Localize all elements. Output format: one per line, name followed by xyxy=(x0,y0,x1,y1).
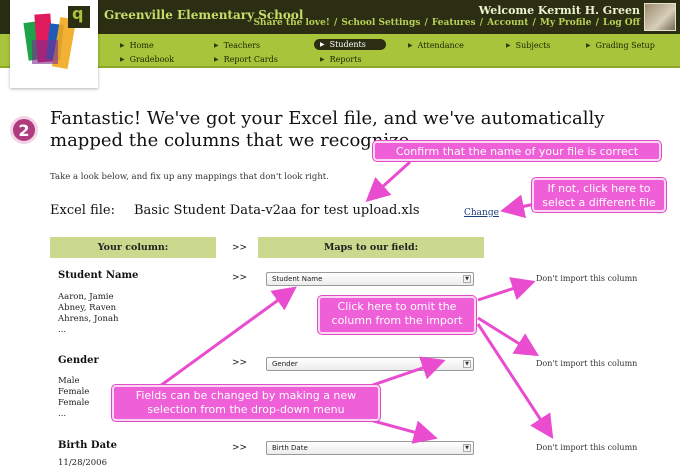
school-logo[interactable]: q xyxy=(10,0,98,88)
nav-label: Students xyxy=(329,40,366,49)
callout-confirm-file: Confirm that the name of your file is co… xyxy=(373,141,661,161)
excel-file-label: Excel file: xyxy=(50,203,115,218)
change-file-link[interactable]: Change xyxy=(464,208,499,218)
nav-label: Grading Setup xyxy=(595,41,655,50)
features-link[interactable]: Features xyxy=(432,18,476,28)
sample-value: Abney, Raven xyxy=(58,303,117,313)
nav-label: Gradebook xyxy=(129,55,175,64)
nav-item-report-cards[interactable]: ▶ Report Cards xyxy=(214,55,278,64)
arrow-to-dont-import-3 xyxy=(476,323,554,440)
callout-omit-column: Click here to omit the column from the i… xyxy=(318,296,476,334)
arrow-marker: >> xyxy=(232,443,248,453)
log-off-link[interactable]: Log Off xyxy=(603,18,640,28)
nav-item-reports[interactable]: ▶ Reports xyxy=(320,55,361,64)
nav-label: Reports xyxy=(329,55,362,64)
selected-value: Birth Date xyxy=(272,444,308,452)
nav-label: Home xyxy=(129,41,154,50)
sample-value: ... xyxy=(58,409,67,419)
nav-item-home[interactable]: ▶ Home xyxy=(120,41,154,50)
arrow-to-select-1 xyxy=(159,286,297,388)
callout-change-file: If not, click here to select a different… xyxy=(532,178,666,212)
avatar[interactable] xyxy=(644,3,676,31)
nav-label: Attendance xyxy=(417,41,464,50)
my-profile-link[interactable]: My Profile xyxy=(540,18,592,28)
selected-value: Student Name xyxy=(272,275,323,283)
arrow-to-file-name xyxy=(365,160,412,203)
column-name: Gender xyxy=(58,355,99,366)
nav-item-teachers[interactable]: ▶ Teachers xyxy=(214,41,260,50)
bullet-icon: ▶ xyxy=(120,42,125,49)
sample-value: Female xyxy=(58,387,90,397)
logo-icon xyxy=(23,6,90,70)
your-column-header: Your column: xyxy=(50,237,216,258)
sample-value: Female xyxy=(58,398,90,408)
arrow-marker: >> xyxy=(232,273,248,283)
nav-item-subjects[interactable]: ▶ Subjects xyxy=(506,41,550,50)
arrow-marker: >> xyxy=(232,358,248,368)
nav-item-attendance[interactable]: ▶ Attendance xyxy=(408,41,464,50)
bullet-icon: ▶ xyxy=(120,56,125,63)
sample-values: Male Female Female ... xyxy=(58,376,89,420)
nav-label: Teachers xyxy=(223,41,261,50)
bullet-icon: ▶ xyxy=(506,42,511,49)
column-name: Student Name xyxy=(58,270,139,281)
maps-to-header: Maps to our field: xyxy=(258,237,484,258)
bullet-icon: ▶ xyxy=(214,42,219,49)
sample-value: Aaron, Jamie xyxy=(58,292,114,302)
sample-value: 11/28/2006 xyxy=(58,458,107,466)
sample-value: Male xyxy=(58,376,80,386)
bullet-icon: ▶ xyxy=(586,42,591,49)
dont-import-link[interactable]: Don't import this column xyxy=(536,443,637,452)
field-mapping-select[interactable]: Birth Date ▼ xyxy=(266,441,474,455)
bullet-icon: ▶ xyxy=(408,42,413,49)
step-number-badge: 2 xyxy=(10,116,38,144)
bullet-icon: ▶ xyxy=(214,56,219,63)
column-name: Birth Date xyxy=(58,440,118,451)
chevron-down-icon: ▼ xyxy=(463,275,471,283)
logo-letter: q xyxy=(72,4,84,23)
arrow-marker: >> xyxy=(232,243,248,253)
bullet-icon: ▶ xyxy=(320,56,325,63)
selected-value: Gender xyxy=(272,360,298,368)
bullet-icon: ▶ xyxy=(320,41,325,48)
arrow-to-dont-import-2 xyxy=(477,316,540,357)
school-settings-link[interactable]: School Settings xyxy=(341,18,420,28)
sample-value: Ahrens, Jonah xyxy=(58,314,119,324)
callout-fields-change: Fields can be changed by making a new se… xyxy=(112,385,380,421)
intro-text: Take a look below, and fix up any mappin… xyxy=(50,172,329,182)
sample-value: ... xyxy=(58,325,67,335)
arrow-to-dont-import-1 xyxy=(477,277,536,302)
sample-values: 11/28/2006 xyxy=(58,458,107,466)
dont-import-link[interactable]: Don't import this column xyxy=(536,274,637,283)
welcome-text: Welcome Kermit H. Green xyxy=(478,4,640,17)
nav-label: Subjects xyxy=(515,41,551,50)
chevron-down-icon: ▼ xyxy=(463,444,471,452)
top-links: Share the love! / School Settings / Feat… xyxy=(253,18,640,28)
field-mapping-select[interactable]: Gender ▼ xyxy=(266,357,474,371)
nav-item-students[interactable]: ▶ Students xyxy=(314,39,386,50)
nav-item-grading-setup[interactable]: ▶ Grading Setup xyxy=(586,41,655,50)
arrow-to-select-3 xyxy=(369,418,438,444)
nav-label: Report Cards xyxy=(223,55,278,64)
share-link[interactable]: Share the love! xyxy=(253,18,329,28)
excel-file-name: Basic Student Data-v2aa for test upload.… xyxy=(134,203,420,218)
dont-import-link[interactable]: Don't import this column xyxy=(536,359,637,368)
sample-values: Aaron, Jamie Abney, Raven Ahrens, Jonah … xyxy=(58,292,119,336)
account-link[interactable]: Account xyxy=(487,18,528,28)
field-mapping-select[interactable]: Student Name ▼ xyxy=(266,272,474,286)
chevron-down-icon: ▼ xyxy=(463,360,471,368)
nav-item-gradebook[interactable]: ▶ Gradebook xyxy=(120,55,174,64)
